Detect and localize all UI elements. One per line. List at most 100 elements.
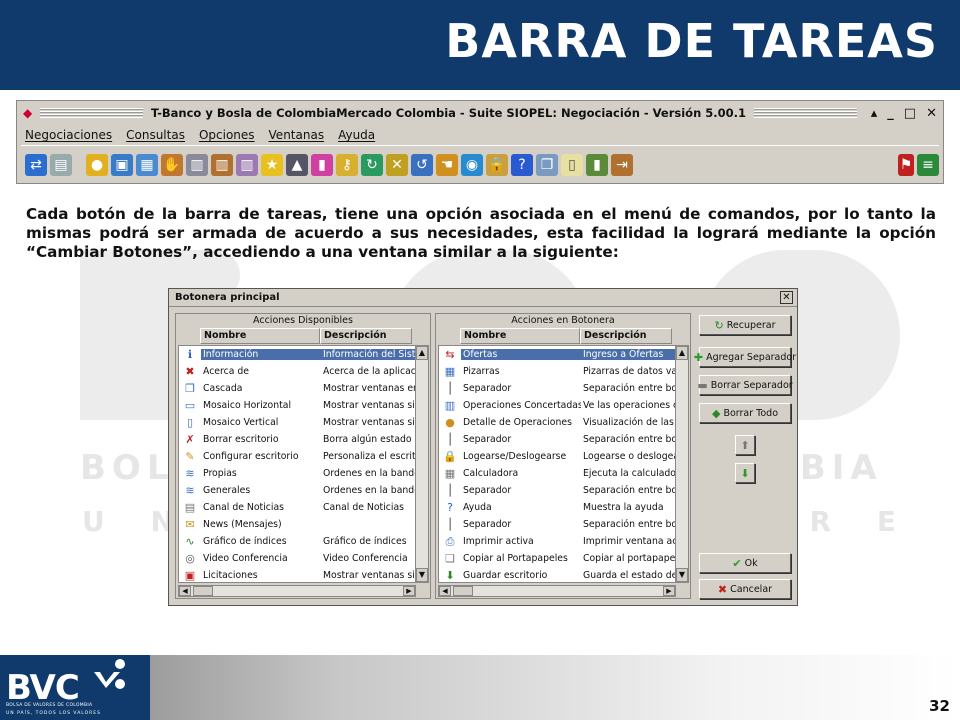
list-item[interactable]: ∿ Gráfico de índices Gráfico de índices	[179, 533, 415, 550]
list-item[interactable]: ℹ InformaciónInformación del Sistem	[179, 346, 415, 363]
vertical-scrollbar[interactable]: ▲ ▼	[415, 345, 429, 583]
list-item[interactable]: ▦ Calculadora Ejecuta la calculadora	[439, 465, 675, 482]
list-item[interactable]: ● Detalle de Operaciones Visualización de …	[439, 414, 675, 431]
detail-icon: ●	[445, 416, 455, 429]
list-item[interactable]: ▤ Canal de Noticias Canal de Noticias	[179, 499, 415, 516]
menu-ventanas[interactable]: Ventanas	[269, 128, 325, 142]
scroll-up-icon[interactable]: ▲	[416, 346, 428, 360]
calculator-icon[interactable]: ▥	[186, 153, 208, 176]
horizontal-scrollbar[interactable]: ◀ ▶	[178, 585, 416, 597]
refresh-icon[interactable]: ⇄	[25, 153, 47, 176]
list-item[interactable]: │ Separador Separación entre boto	[439, 380, 675, 397]
item-name: Mosaico Vertical	[203, 417, 279, 428]
help-icon[interactable]: ?	[511, 153, 533, 176]
item-name: Licitaciones	[203, 570, 258, 581]
scroll-up-icon[interactable]: ▲	[676, 346, 688, 360]
recover-icon: ↻	[714, 318, 724, 332]
cancelar-button[interactable]: ✖ Cancelar	[699, 579, 791, 599]
move-down-button[interactable]: ⬇	[735, 463, 755, 483]
cross-arrows-icon[interactable]: ✕	[386, 153, 408, 176]
item-name: Logearse/Deslogearse	[463, 451, 567, 462]
scroll-down-icon[interactable]: ▼	[676, 568, 688, 582]
item-description: Separación entre boto	[583, 434, 675, 445]
list-item[interactable]: ? Ayuda Muestra la ayuda	[439, 499, 675, 516]
page-icon[interactable]: ▯	[561, 153, 583, 176]
borrar-separador-button[interactable]: ▬ Borrar Separador	[697, 375, 793, 395]
list-item[interactable]: ▥ Operaciones Concertadas Ve las operacion…	[439, 397, 675, 414]
horizontal-scrollbar[interactable]: ◀ ▶	[438, 585, 676, 597]
column-header-descripcion[interactable]: Descripción	[580, 328, 672, 344]
list-item[interactable]: ≋ Propias Ordenes en la bandeja	[179, 465, 415, 482]
close-icon[interactable]: ✕	[926, 106, 937, 121]
column-header-nombre[interactable]: Nombre	[460, 328, 580, 344]
column-header-descripcion[interactable]: Descripción	[320, 328, 412, 344]
scroll-left-icon[interactable]: ◀	[179, 586, 191, 596]
chart-bars-icon[interactable]: ▮	[311, 153, 333, 176]
menu-negociaciones[interactable]: Negociaciones	[25, 128, 112, 142]
copy-icon[interactable]: ❐	[536, 153, 558, 176]
list-item[interactable]: ◎ Video Conferencia Video Conferencia	[179, 550, 415, 567]
exit-icon[interactable]: ⇥	[611, 153, 633, 176]
scroll-thumb[interactable]	[453, 586, 473, 596]
layout-icon[interactable]: ≡	[917, 153, 939, 176]
list-item[interactable]: 🔒 Logearse/Deslogearse Logearse o deslogea…	[439, 448, 675, 465]
graduation-icon[interactable]: ▲	[286, 153, 308, 176]
scroll-thumb[interactable]	[193, 586, 213, 596]
list-item[interactable]: ✗ Borrar escritorio Borra algún estado de	[179, 431, 415, 448]
dialog-close-icon[interactable]: ✕	[780, 291, 793, 304]
handshake-icon[interactable]: ✋	[161, 153, 183, 176]
list-item[interactable]: ▭ Mosaico Horizontal Mostrar ventanas sin …	[179, 397, 415, 414]
coins-icon[interactable]: ●	[86, 153, 108, 176]
list-item[interactable]: ⇆ Ofertas Ingreso a Ofertas	[439, 346, 675, 363]
scroll-left-icon[interactable]: ◀	[439, 586, 451, 596]
sync2-icon[interactable]: ↺	[411, 153, 433, 176]
column-header-nombre[interactable]: Nombre	[200, 328, 320, 344]
cash-register-icon[interactable]: ▤	[50, 153, 72, 176]
bar-chart-icon[interactable]: ▮	[586, 153, 608, 176]
grid-icon[interactable]: ▦	[136, 153, 158, 176]
scroll-down-icon[interactable]: ▼	[416, 568, 428, 582]
ok-button[interactable]: ✔ Ok	[699, 553, 791, 573]
scroll-right-icon[interactable]: ▶	[403, 586, 415, 596]
menu-opciones[interactable]: Opciones	[199, 128, 255, 142]
globe-icon[interactable]: ◉	[461, 153, 483, 176]
scroll-right-icon[interactable]: ▶	[663, 586, 675, 596]
recuperar-button[interactable]: ↻ Recuperar	[699, 315, 791, 335]
star-icon[interactable]: ★	[261, 153, 283, 176]
list-item[interactable]: ✖ Acerca de Acerca de la aplicació	[179, 363, 415, 380]
minimize-icon[interactable]: _	[887, 106, 894, 121]
maximize-icon[interactable]: □	[904, 106, 916, 121]
calculator2-icon[interactable]: ▥	[211, 153, 233, 176]
monitor-icon[interactable]: ▣	[111, 153, 133, 176]
list-item[interactable]: ▦ Pizarras Pizarras de datos vari	[439, 363, 675, 380]
menu-consultas[interactable]: Consultas	[126, 128, 185, 142]
list-item[interactable]: ❏ Copiar al Portapapeles Copiar al portapa…	[439, 550, 675, 567]
pin-icon[interactable]: ▴	[871, 106, 878, 121]
sync-icon[interactable]: ↻	[361, 153, 383, 176]
calculator3-icon[interactable]: ▥	[236, 153, 258, 176]
move-up-button[interactable]: ⬆	[735, 435, 755, 455]
list-item[interactable]: ⎙ Imprimir activa Imprimir ventana activa	[439, 533, 675, 550]
vertical-scrollbar[interactable]: ▲ ▼	[675, 345, 689, 583]
list-item[interactable]: ▣ Licitaciones Mostrar ventanas sin	[179, 567, 415, 582]
list-item[interactable]: ❐ Cascada Mostrar ventanas en c	[179, 380, 415, 397]
list-item[interactable]: ✉ News (Mensajes)	[179, 516, 415, 533]
list-item[interactable]: ⬇ Guardar escritorio Guarda el estado de l…	[439, 567, 675, 582]
item-description: Mostrar ventanas sin s	[323, 417, 415, 428]
agregar-separador-button[interactable]: ✚ Agregar Separador	[694, 347, 796, 367]
list-item[interactable]: ▯ Mosaico Vertical Mostrar ventanas sin s	[179, 414, 415, 431]
list-item[interactable]: │ Separador Separación entre boto	[439, 516, 675, 533]
key-icon[interactable]: ⚷	[336, 153, 358, 176]
lock-icon[interactable]: 🔒	[486, 153, 508, 176]
menu-ayuda[interactable]: Ayuda	[338, 128, 375, 142]
list-item[interactable]: │ Separador Separación entre boto	[439, 431, 675, 448]
item-description: Personaliza el escrito	[323, 451, 415, 462]
hand-icon[interactable]: ☚	[436, 153, 458, 176]
list-item[interactable]: ✎ Configurar escritorio Personaliza el esc…	[179, 448, 415, 465]
tile-vertical-icon: ▯	[186, 416, 194, 429]
borrar-todo-button[interactable]: ◆ Borrar Todo	[699, 403, 791, 423]
list-item[interactable]: │ Separador Separación entre boto	[439, 482, 675, 499]
list-item[interactable]: ≋ Generales Ordenes en la bandeja	[179, 482, 415, 499]
item-description: Mostrar ventanas sin	[323, 570, 415, 581]
stack-icon: ≋	[185, 467, 195, 480]
